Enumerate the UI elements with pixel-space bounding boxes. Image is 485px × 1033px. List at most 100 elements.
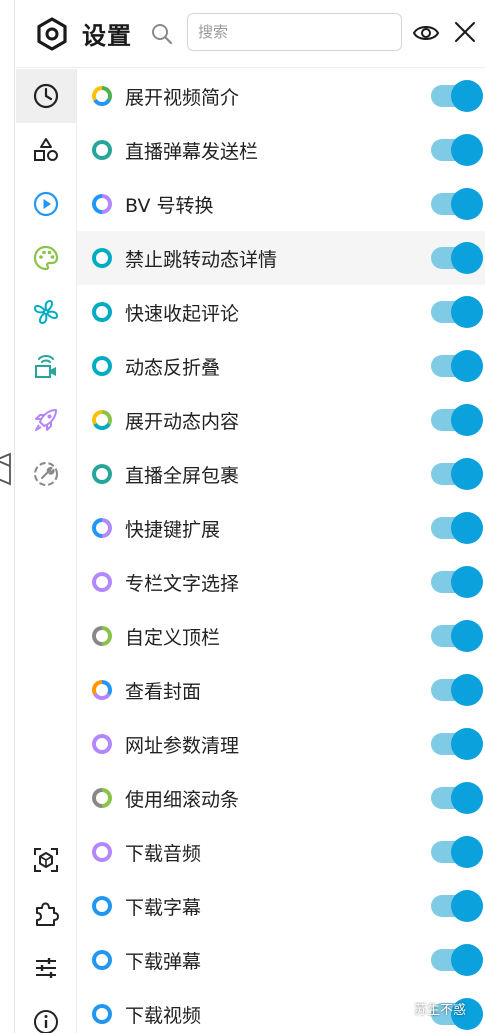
feature-tag-icon (92, 248, 112, 268)
setting-toggle[interactable] (431, 134, 483, 166)
setting-toggle[interactable] (431, 890, 483, 922)
setting-toggle[interactable] (431, 512, 483, 544)
feature-tag-icon (92, 1004, 112, 1024)
setting-row[interactable]: 展开动态内容 (77, 393, 485, 447)
sidebar-item-style[interactable] (16, 231, 76, 285)
setting-label: 动态反折叠 (125, 357, 221, 379)
toggle-knob (451, 242, 483, 274)
setting-label: 展开视频简介 (125, 87, 240, 109)
feature-tag-icon (92, 410, 112, 430)
setting-label: 直播弹幕发送栏 (125, 141, 259, 163)
setting-row[interactable]: 快捷键扩展 (77, 501, 485, 555)
setting-row[interactable]: 禁止跳转动态详情 (77, 231, 485, 285)
category-sidebar (16, 69, 77, 1033)
feature-tag-icon (92, 626, 112, 646)
cube-icon (0, 452, 11, 486)
toggle-knob (451, 80, 483, 112)
setting-row[interactable]: 查看封面 (77, 663, 485, 717)
toggle-knob (451, 836, 483, 868)
search-icon (152, 24, 173, 45)
rocket-icon (35, 409, 57, 431)
feature-tag-icon (92, 86, 112, 106)
sidebar-item-about[interactable] (16, 995, 76, 1033)
feature-tag-icon (92, 950, 112, 970)
wechat-icon (392, 1001, 410, 1016)
toggle-knob (451, 620, 483, 652)
page-title: 设置 (82, 22, 132, 50)
setting-row[interactable]: 直播弹幕发送栏 (77, 123, 485, 177)
shapes-icon (34, 138, 58, 161)
sidebar-item-settings[interactable] (16, 941, 76, 995)
setting-row[interactable]: 直播全屏包裹 (77, 447, 485, 501)
play-circle-icon (33, 191, 59, 217)
setting-toggle[interactable] (431, 458, 483, 490)
setting-toggle[interactable] (431, 620, 483, 652)
setting-row[interactable]: 动态反折叠 (77, 339, 485, 393)
scan-box-icon (34, 848, 58, 872)
sidebar-item-experimental[interactable] (16, 393, 76, 447)
puzzle-icon (36, 902, 59, 926)
setting-row[interactable]: 专栏文字选择 (77, 555, 485, 609)
toggle-knob (451, 944, 483, 976)
fan-icon (33, 299, 59, 325)
setting-label: 禁止跳转动态详情 (125, 249, 278, 271)
toggle-knob (451, 728, 483, 760)
sidebar-item-utility[interactable] (16, 285, 76, 339)
feature-tag-icon (92, 140, 112, 160)
toggle-knob (451, 404, 483, 436)
setting-toggle[interactable] (431, 566, 483, 598)
setting-row[interactable]: 下载音频 (77, 825, 485, 879)
sidebar-item-history[interactable] (16, 69, 76, 123)
close-icon[interactable] (453, 20, 477, 44)
setting-toggle[interactable] (431, 944, 483, 976)
feature-tag-icon (92, 572, 112, 592)
eye-icon[interactable] (412, 20, 440, 46)
feature-tag-icon (92, 734, 112, 754)
sidebar-item-live[interactable] (16, 339, 76, 393)
setting-label: 下载字幕 (125, 897, 202, 919)
toggle-knob (451, 566, 483, 598)
setting-label: 快捷键扩展 (125, 519, 221, 541)
feature-tag-icon (92, 788, 112, 808)
setting-toggle[interactable] (431, 80, 483, 112)
setting-row[interactable]: 自定义顶栏 (77, 609, 485, 663)
setting-row[interactable]: 下载字幕 (77, 879, 485, 933)
setting-row[interactable]: 展开视频简介 (77, 69, 485, 123)
toggle-knob (451, 674, 483, 706)
toggle-knob (451, 134, 483, 166)
setting-toggle[interactable] (431, 188, 483, 220)
setting-row[interactable]: 网址参数清理 (77, 717, 485, 771)
setting-toggle[interactable] (431, 350, 483, 382)
setting-row[interactable]: BV 号转换 (77, 177, 485, 231)
feature-tag-icon (92, 356, 112, 376)
setting-label: 直播全屏包裹 (125, 465, 240, 487)
setting-row[interactable]: 下载弹幕 (77, 933, 485, 987)
sidebar-item-general[interactable] (16, 123, 76, 177)
clock-icon (33, 83, 59, 109)
setting-toggle[interactable] (431, 296, 483, 328)
setting-toggle[interactable] (431, 728, 483, 760)
feature-tag-icon (92, 842, 112, 862)
toggle-knob (451, 890, 483, 922)
wrench-circle-icon (34, 462, 58, 486)
setting-toggle[interactable] (431, 782, 483, 814)
setting-label: 专栏文字选择 (125, 573, 240, 595)
setting-toggle[interactable] (431, 836, 483, 868)
setting-row[interactable]: 使用细滚动条 (77, 771, 485, 825)
search-input[interactable] (187, 13, 402, 51)
settings-header: 设置 (16, 0, 485, 68)
setting-toggle[interactable] (431, 404, 483, 436)
setting-label: 下载视频 (125, 1005, 202, 1027)
settings-logo-icon (37, 17, 67, 51)
sidebar-item-plugins[interactable] (16, 887, 76, 941)
toggle-knob (451, 458, 483, 490)
setting-label: 展开动态内容 (125, 411, 240, 433)
sidebar-item-video[interactable] (16, 177, 76, 231)
feature-tag-icon (92, 194, 112, 214)
setting-row[interactable]: 快速收起评论 (77, 285, 485, 339)
toggle-knob (451, 296, 483, 328)
setting-toggle[interactable] (431, 242, 483, 274)
sidebar-item-manage[interactable] (16, 833, 76, 887)
setting-toggle[interactable] (431, 674, 483, 706)
sidebar-item-tools[interactable] (16, 447, 76, 501)
